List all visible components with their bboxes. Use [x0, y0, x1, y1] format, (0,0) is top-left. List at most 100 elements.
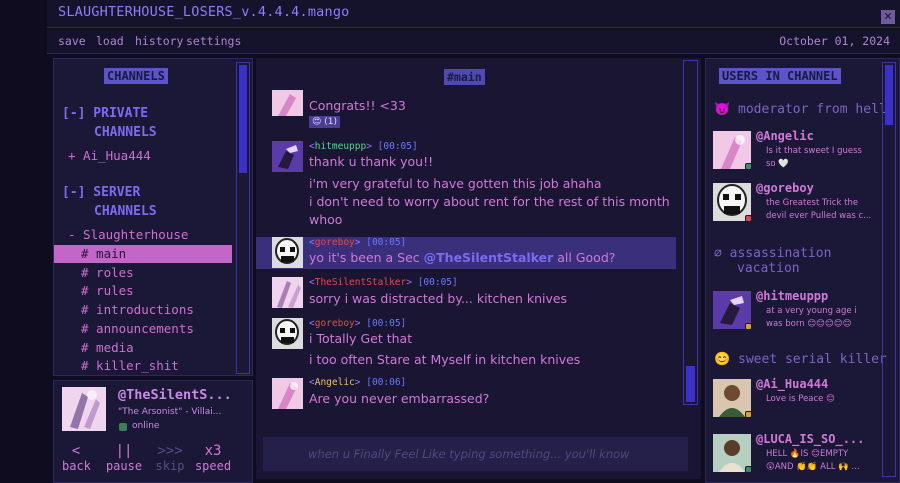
avatar[interactable] [272, 237, 303, 268]
users-scrollbar[interactable] [882, 62, 896, 477]
user-name[interactable]: @hitmeuppp [756, 289, 876, 303]
user-bio-line: Is it that sweet I guess [766, 146, 862, 156]
user-status-icon [745, 215, 752, 222]
message-text: i'm very grateful to have gotten this jo… [309, 176, 602, 191]
title-bar: SLAUGHTERHOUSE_LOSERS_v.4.4.4.mango ✕ [47, 0, 900, 28]
chat-panel: #main Congrats!! <33 😍 (1) <hitmeuppp> [… [256, 58, 701, 479]
message-username[interactable]: TheSilentStalker [315, 277, 407, 288]
user-status-icon [745, 323, 752, 330]
message-meta: <Angelic> [00:06] [309, 377, 407, 388]
message-time: [00:05] [417, 277, 458, 288]
menu-save[interactable]: save [58, 34, 86, 48]
channels-scroll-thumb[interactable] [239, 65, 247, 173]
avatar[interactable] [272, 277, 303, 308]
avatar[interactable] [272, 318, 303, 349]
message-time: [00:05] [366, 318, 407, 329]
channel-item-media[interactable]: # media [54, 339, 232, 357]
menu-load[interactable]: load [96, 34, 124, 48]
devil-icon: 😈 [714, 102, 731, 117]
window-title: SLAUGHTERHOUSE_LOSERS_v.4.4.4.mango [58, 4, 350, 20]
profile-status: online [132, 421, 160, 431]
message-text: whoo [309, 212, 343, 227]
message-meta: <goreboy> [00:05] [309, 318, 407, 329]
smile-icon: 😊 [714, 352, 731, 367]
user-name[interactable]: @Angelic [756, 129, 876, 143]
menu-bar: save load history settings October 01, 2… [47, 29, 900, 54]
speed-value: x3 [204, 443, 222, 459]
channel-item-roles[interactable]: # roles [54, 264, 232, 282]
menu-settings[interactable]: settings [186, 34, 241, 48]
message-username[interactable]: goreboy [315, 237, 355, 248]
channel-title: #main [444, 69, 485, 85]
user-name[interactable]: @LUCA_IS_SO_... [756, 432, 876, 446]
server-slaughterhouse[interactable]: - Slaughterhouse [54, 226, 232, 244]
message-username[interactable]: Angelic [315, 377, 355, 388]
reaction-badge[interactable]: 😍 (1) [309, 116, 340, 128]
user-name[interactable]: @Ai_Hua444 [756, 377, 876, 391]
private-channels-toggle[interactable]: [-] PRIVATE [62, 104, 148, 123]
channel-item-main[interactable]: # main [54, 245, 232, 263]
message-text-part: yo it's been a Sec [309, 250, 424, 265]
role-moderator: 😈 moderator from hell [714, 102, 887, 117]
private-channels-label: CHANNELS [94, 125, 157, 140]
skip-icon: >>> [157, 443, 183, 459]
speed-button[interactable]: x3 speed [193, 443, 233, 473]
message-username[interactable]: hitmeuppp [315, 141, 366, 152]
user-bio: Is it that sweet I guess so 🤍 [766, 145, 880, 171]
message-time: [00:06] [366, 377, 407, 388]
channel-item-ai-hua444[interactable]: + Ai_Hua444 [54, 147, 232, 165]
role-sweet-serial-killer: 😊 sweet serial killer [714, 352, 887, 367]
role-label: sweet serial killer [738, 352, 887, 367]
message-text: yo it's been a Sec @TheSilentStalker all… [309, 250, 615, 265]
profile-subtitle: "The Arsonist" - Villai... [118, 407, 222, 417]
channel-item-killer-shit[interactable]: # killer_shit [54, 357, 232, 375]
message-meta: <TheSilentStalker> [00:05] [309, 277, 458, 288]
server-channels-label: CHANNELS [94, 204, 157, 219]
chat-scroll-thumb[interactable] [686, 366, 695, 402]
user-bio-line: at a very young age i [766, 306, 857, 316]
avatar[interactable] [62, 387, 106, 431]
user-mention[interactable]: @TheSilentStalker [424, 250, 554, 265]
user-bio-line: devil ever Pulled was c... [766, 211, 872, 221]
message-text: i too often Stare at Myself in kitchen k… [309, 352, 581, 367]
skip-button[interactable]: >>> skip [153, 443, 187, 473]
chat-scrollbar[interactable] [683, 60, 698, 405]
user-bio-line: Love is Peace 😊 [766, 394, 835, 404]
profile-name: @TheSilentS... [118, 387, 232, 403]
pause-icon: || [115, 443, 133, 459]
avatar[interactable] [272, 141, 303, 172]
back-button[interactable]: < back [62, 443, 91, 473]
close-icon[interactable]: ✕ [881, 10, 895, 24]
channels-header: CHANNELS [104, 68, 168, 84]
message-input[interactable]: when u Finally Feel Like typing somethin… [263, 437, 688, 471]
skip-label: skip [155, 459, 185, 473]
avatar[interactable] [272, 378, 303, 409]
users-scroll-thumb[interactable] [885, 65, 893, 125]
role-label-line2: vacation [737, 261, 800, 276]
message-time: [00:05] [366, 237, 407, 248]
channels-panel: CHANNELS [-] PRIVATE CHANNELS + Ai_Hua44… [53, 58, 253, 376]
empty-set-icon: ∅ [714, 246, 722, 261]
user-bio: Love is Peace 😊 [766, 393, 880, 406]
server-channels-toggle[interactable]: [-] SERVER [62, 183, 140, 202]
user-status-icon [745, 163, 752, 170]
menu-history[interactable]: history [135, 34, 183, 48]
date-display: October 01, 2024 [779, 34, 890, 48]
user-name[interactable]: @goreboy [756, 181, 876, 195]
message-username[interactable]: goreboy [315, 318, 355, 329]
message-time: [00:05] [377, 141, 418, 152]
user-bio-line: HELL 🔥IS 😊EMPTY [766, 449, 849, 459]
message-text: sorry i was distracted by... kitchen kni… [309, 291, 568, 306]
channel-item-introductions[interactable]: # introductions [54, 301, 232, 319]
pause-button[interactable]: || pause [104, 443, 144, 473]
users-header: USERS IN CHANNEL [719, 68, 841, 84]
channel-item-rules[interactable]: # rules [54, 282, 232, 300]
profile-panel: @TheSilentS... "The Arsonist" - Villai..… [53, 380, 253, 483]
channels-scrollbar[interactable] [236, 62, 250, 374]
role-label: moderator from hell [738, 102, 887, 117]
channel-item-announcements[interactable]: # announcements [54, 320, 232, 338]
avatar[interactable] [272, 90, 303, 116]
message-text: i Totally Get that [309, 331, 413, 346]
message-text: Congrats!! <33 [309, 98, 406, 113]
user-bio-line: was born 😊😊😊😊😊 [766, 319, 852, 329]
